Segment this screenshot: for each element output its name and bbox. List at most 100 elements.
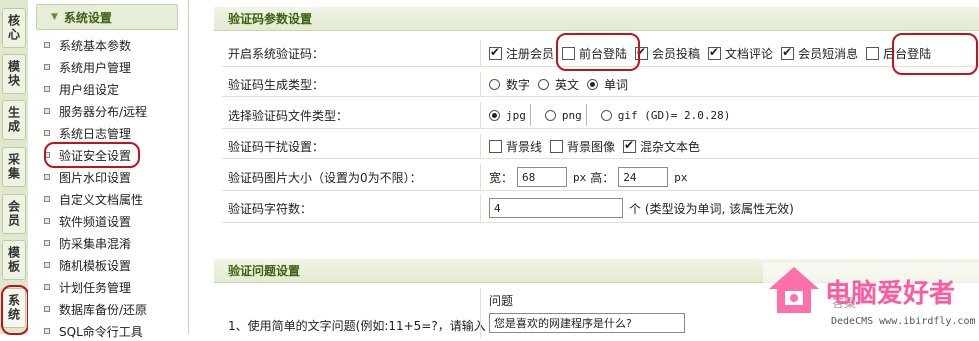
checkbox[interactable] [562, 46, 576, 60]
checkbox-option[interactable]: 背景图像 [550, 138, 615, 155]
checkbox-option[interactable]: 混杂文本色 [623, 138, 700, 155]
checkbox-option[interactable]: 文档评论 [708, 45, 773, 62]
menu-item[interactable]: 软件频道设置 [44, 211, 184, 231]
field-label: 验证码干扰设置： [228, 139, 325, 154]
checkbox-option[interactable]: 会员投稿 [635, 45, 700, 62]
radio-option[interactable]: gif (GD)= 2.0.28) [600, 109, 730, 122]
checkbox[interactable] [781, 45, 795, 60]
vtab-generate[interactable]: 生成 [2, 100, 26, 140]
form-row: 验证码生成类型： 数字 英文 单词 [222, 72, 979, 97]
unit-label: px [573, 170, 587, 184]
field-label: 选择验证码文件类型： [228, 108, 349, 123]
checkbox-option[interactable]: 前台登陆 [562, 45, 627, 62]
field-label: 开启系统验证码： [228, 46, 325, 61]
watermark-url: DedeCMS www.ibirdfly.com [831, 316, 976, 327]
field-label: 验证码图片大小（设置为0为不限）： [228, 170, 422, 185]
menu-item[interactable]: 防采集串混淆 [44, 233, 184, 253]
checkbox[interactable] [866, 46, 880, 60]
chevron-down-icon: ▼ [51, 12, 58, 22]
width-label: 宽： [489, 170, 514, 185]
radio-option[interactable]: png [544, 104, 593, 126]
watermark-logo-text: 电脑爱好者 [825, 279, 956, 309]
menu-item[interactable]: 计划任务管理 [44, 277, 184, 297]
field-value: 宽： 68 px 高： 24 px [480, 164, 979, 190]
chars-note: 个 (类型设为单词, 该属性无效) [629, 201, 794, 216]
checkbox[interactable] [550, 139, 564, 153]
radio[interactable] [544, 109, 556, 121]
field-value: 背景线 背景图像 混杂文本色 [480, 134, 979, 158]
menu-item[interactable]: 用户组设定 [44, 79, 184, 99]
menu-item[interactable]: 图片水印设置 [44, 167, 184, 187]
field-label: 验证码字符数： [228, 201, 313, 216]
checkbox[interactable] [635, 45, 649, 60]
radio[interactable] [489, 78, 500, 90]
menu-item[interactable]: 随机模板设置 [44, 255, 184, 275]
radio[interactable] [587, 78, 599, 90]
vtab-template[interactable]: 模板 [2, 240, 26, 280]
radio[interactable] [489, 109, 500, 121]
sidebar-menu: ▼ 系统设置 系统基本参数 系统用户管理 用户组设定 服务器分布/远程 系统日志… [28, 0, 189, 339]
menu-item[interactable]: 系统日志管理 [44, 123, 184, 143]
menu-item[interactable]: 系统基本参数 [44, 35, 184, 55]
bullet-icon [44, 130, 50, 136]
form-row: 验证码图片大小（设置为0为不限）： 宽： 68 px 高： 24 px [222, 164, 979, 191]
menu-item[interactable]: 数据库备份/还原 [44, 299, 184, 319]
vtab-core[interactable]: 核心 [2, 8, 26, 48]
form-row: 验证码字符数： 4 个 (类型设为单词, 该属性无效) [222, 194, 979, 223]
bullet-icon [44, 240, 50, 246]
radio[interactable] [600, 109, 612, 121]
bullet-icon [44, 152, 50, 158]
radio-option[interactable]: jpg [489, 104, 537, 126]
menu-header-label: 系统设置 [63, 10, 112, 25]
bullet-icon [44, 218, 50, 224]
checkbox[interactable] [489, 45, 502, 60]
bullet-icon [44, 174, 50, 180]
question-input[interactable]: 您是喜欢的网建程序是什么? [489, 313, 685, 333]
bullet-icon [44, 108, 50, 114]
checkbox[interactable] [623, 138, 637, 153]
menu-item[interactable]: 系统用户管理 [44, 57, 184, 77]
bullet-icon [44, 42, 50, 48]
field-value: 注册会员 前台登陆 会员投稿 文档评论 会员短消息 后台登陆 [480, 40, 979, 66]
menu-item[interactable]: 服务器分布/远程 [44, 101, 184, 121]
question-column-label: 问题 [489, 294, 514, 308]
menu-item[interactable]: SQL命令行工具 [44, 321, 184, 341]
bullet-icon [44, 86, 50, 92]
checkbox-option[interactable]: 后台登陆 [866, 45, 931, 62]
field-label: 验证码生成类型： [228, 77, 325, 92]
vtab-system[interactable]: 系统 [2, 288, 26, 328]
radio-option[interactable]: 数字 [489, 76, 530, 93]
height-input[interactable]: 24 [618, 167, 669, 187]
vtab-member[interactable]: 会员 [2, 194, 26, 234]
vtab-collect[interactable]: 采集 [2, 147, 26, 187]
checkbox[interactable] [708, 45, 722, 60]
field-label: 1、使用简单的文字问题(例如:11+5=?，请输入 [228, 319, 486, 333]
menu-item-active[interactable]: 验证安全设置 [44, 145, 184, 165]
checkbox-option[interactable]: 背景线 [489, 138, 542, 155]
unit-label: px [674, 170, 688, 184]
checkbox-option[interactable]: 注册会员 [489, 45, 554, 62]
form-row: 选择验证码文件类型： jpg png gif (GD)= 2.0.28) [222, 102, 979, 129]
watermark: 电脑爱好者 DedeCMS www.ibirdfly.com [763, 263, 979, 334]
menu-header[interactable]: ▼ 系统设置 [36, 4, 178, 30]
chars-input[interactable]: 4 [489, 198, 623, 218]
width-input[interactable]: 68 [517, 167, 568, 187]
bullet-icon [44, 64, 50, 70]
form-row: 开启系统验证码： 注册会员 前台登陆 会员投稿 文档评论 会员短消息 后台登陆 [222, 40, 979, 67]
bullet-icon [44, 306, 50, 312]
vertical-tab-strip: 核心 模块 生成 采集 会员 模板 系统 [0, 0, 29, 334]
checkbox-option[interactable]: 会员短消息 [781, 45, 858, 62]
menu-item[interactable]: 自定义文档属性 [44, 189, 184, 209]
house-logo-icon [769, 267, 819, 313]
radio-option[interactable]: 英文 [538, 76, 579, 93]
height-label: 高： [590, 170, 615, 185]
bullet-icon [44, 196, 50, 202]
form-row: 验证码干扰设置： 背景线 背景图像 混杂文本色 [222, 134, 979, 159]
bullet-icon [44, 262, 50, 268]
field-value: jpg png gif (GD)= 2.0.28) [480, 102, 979, 128]
section-title: 验证码参数设置 [214, 7, 979, 31]
radio[interactable] [538, 78, 550, 90]
checkbox[interactable] [489, 139, 502, 153]
vtab-module[interactable]: 模块 [2, 54, 26, 94]
radio-option[interactable]: 单词 [587, 76, 628, 93]
